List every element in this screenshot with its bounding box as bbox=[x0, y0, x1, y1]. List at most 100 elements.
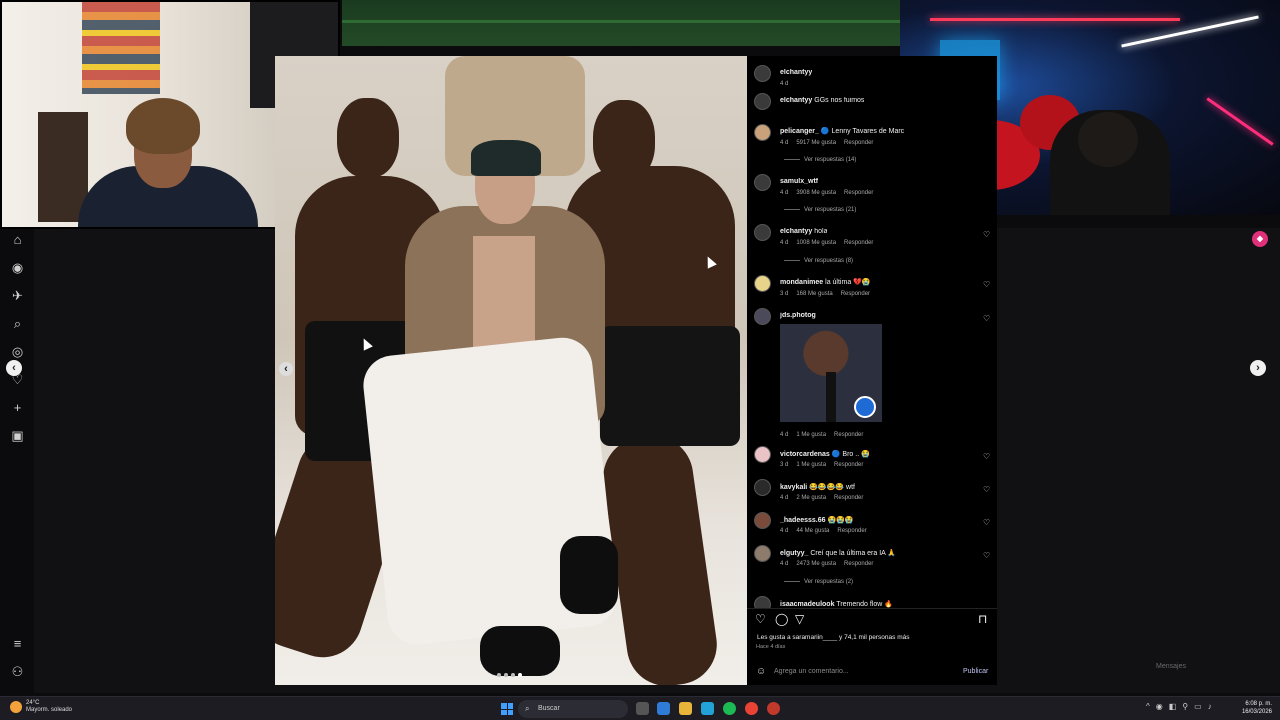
avatar[interactable] bbox=[754, 93, 771, 110]
comment-likes[interactable]: 5917 Me gusta bbox=[796, 140, 836, 146]
comment-username[interactable]: elchantyy bbox=[780, 97, 812, 104]
explore-icon[interactable]: ◎ bbox=[10, 344, 25, 359]
weather-widget[interactable]: 24°C Mayorm. soleado bbox=[10, 700, 72, 714]
comment-likes[interactable]: 3908 Me gusta bbox=[796, 190, 836, 196]
reply-button[interactable]: Responder bbox=[834, 462, 863, 468]
reply-button[interactable]: Responder bbox=[837, 528, 866, 534]
avatar[interactable] bbox=[754, 545, 771, 562]
view-replies-button[interactable]: Ver respuestas (2) bbox=[784, 579, 853, 585]
likes-summary[interactable]: Les gusta a saramariin____ y 74,1 mil pe… bbox=[757, 634, 909, 641]
comment-username[interactable]: kavykali bbox=[780, 484, 807, 491]
temperature: 24°C bbox=[26, 700, 40, 706]
comment-time: 4 d bbox=[780, 140, 789, 146]
share-icon[interactable]: ▽ bbox=[795, 612, 804, 626]
comment-text: Creí que la última era IA 🙏 bbox=[810, 550, 897, 557]
avatar[interactable] bbox=[754, 275, 771, 292]
comment-icon[interactable]: ◯ bbox=[775, 612, 788, 626]
avatar[interactable] bbox=[754, 446, 771, 463]
reply-button[interactable]: Responder bbox=[834, 432, 863, 438]
comment-like-icon[interactable]: ♡ bbox=[983, 280, 990, 289]
comment-like-icon[interactable]: ♡ bbox=[983, 485, 990, 494]
start-button[interactable] bbox=[501, 703, 513, 715]
search-icon[interactable]: ⌕ bbox=[10, 316, 25, 331]
comment-likes[interactable]: 44 Me gusta bbox=[796, 528, 829, 534]
comment-likes[interactable]: 1 Me gusta bbox=[796, 432, 826, 438]
avatar[interactable] bbox=[754, 174, 771, 191]
avatar[interactable] bbox=[754, 124, 771, 141]
emoji-icon[interactable]: ☺ bbox=[756, 666, 766, 677]
view-replies-button[interactable]: Ver respuestas (14) bbox=[784, 157, 856, 163]
comment-likes[interactable]: 168 Me gusta bbox=[796, 291, 832, 297]
threads-icon[interactable]: ⚇ bbox=[10, 664, 25, 679]
task-view-icon[interactable] bbox=[636, 702, 649, 715]
next-post-button[interactable]: › bbox=[1250, 360, 1266, 376]
taskbar-search[interactable]: ⌕ Buscar bbox=[518, 700, 628, 718]
avatar[interactable] bbox=[754, 224, 771, 241]
avatar[interactable] bbox=[754, 479, 771, 496]
comment-like-icon[interactable]: ♡ bbox=[983, 518, 990, 527]
comment-likes[interactable]: 1008 Me gusta bbox=[796, 240, 836, 246]
comment-likes[interactable]: 1 Me gusta bbox=[796, 462, 826, 468]
reply-button[interactable]: Responder bbox=[841, 291, 870, 297]
reels-icon[interactable]: ◉ bbox=[10, 260, 25, 275]
comment-username[interactable]: mondanimee bbox=[780, 279, 823, 286]
avatar[interactable] bbox=[754, 308, 771, 325]
view-replies-button[interactable]: Ver respuestas (8) bbox=[784, 258, 853, 264]
view-replies-button[interactable]: Ver respuestas (21) bbox=[784, 207, 856, 213]
publish-button[interactable]: Publicar bbox=[963, 668, 988, 675]
comment-text: GGs nos fuimos bbox=[814, 97, 865, 104]
reply-button[interactable]: Responder bbox=[844, 240, 873, 246]
post-image[interactable] bbox=[275, 56, 747, 685]
clock[interactable]: 6:08 p. m. 16/03/2026 bbox=[1212, 700, 1272, 716]
comment-photo[interactable] bbox=[780, 324, 882, 422]
comment-time: 4 d bbox=[780, 240, 789, 246]
comment-time: 4 d bbox=[780, 561, 789, 567]
heart-icon[interactable]: ♡ bbox=[755, 612, 766, 626]
carousel-prev-button[interactable]: ‹ bbox=[279, 362, 293, 376]
comment-like-icon[interactable]: ♡ bbox=[983, 452, 990, 461]
comment-text: 😭😭😭 bbox=[827, 517, 854, 524]
spotify-icon[interactable] bbox=[723, 702, 736, 715]
extension-icon[interactable]: ◆ bbox=[1252, 231, 1268, 247]
comment-username[interactable]: victorcardenas bbox=[780, 451, 830, 458]
reply-button[interactable]: Responder bbox=[834, 495, 863, 501]
comment-like-icon[interactable]: ♡ bbox=[983, 230, 990, 239]
copilot-icon[interactable] bbox=[657, 702, 670, 715]
app-icon[interactable] bbox=[701, 702, 714, 715]
app-icon[interactable] bbox=[767, 702, 780, 715]
prev-post-button[interactable]: ‹ bbox=[6, 360, 22, 376]
comment-username[interactable]: elgutyy_ bbox=[780, 550, 808, 557]
chrome-icon[interactable] bbox=[745, 702, 758, 715]
menu-icon[interactable]: ≡ bbox=[10, 636, 25, 651]
file-explorer-icon[interactable] bbox=[679, 702, 692, 715]
comment-time: 3 d bbox=[780, 291, 789, 297]
comment-like-icon[interactable]: ♡ bbox=[983, 551, 990, 560]
bookmark-icon[interactable]: ⊓ bbox=[978, 612, 987, 626]
comment-username[interactable]: pelicanger_ bbox=[780, 128, 819, 135]
comment-username[interactable]: samulx_wtf bbox=[780, 178, 818, 185]
messages-icon[interactable]: ✈ bbox=[10, 288, 25, 303]
comment-likes[interactable]: 2473 Me gusta bbox=[796, 561, 836, 567]
comment-likes[interactable]: 2 Me gusta bbox=[796, 495, 826, 501]
screen: ⌂ ◉ ✈ ⌕ ◎ ♡ + ▣ ≡ ⚇ ‹ ‹ › ◆ elchantyy 4 … bbox=[0, 0, 1280, 720]
avatar[interactable] bbox=[754, 512, 771, 529]
comment-input[interactable]: Agrega un comentario... bbox=[774, 668, 849, 675]
comment-username[interactable]: elchantyy bbox=[780, 228, 812, 235]
comment-username[interactable]: elchantyy bbox=[780, 69, 812, 76]
home-icon[interactable]: ⌂ bbox=[10, 232, 25, 247]
comment-username[interactable]: isaacmadeulook bbox=[780, 601, 834, 608]
reply-button[interactable]: Responder bbox=[844, 190, 873, 196]
comment-username[interactable]: _hadeesss.66 bbox=[780, 517, 826, 524]
comment-username[interactable]: jds.photog bbox=[780, 312, 816, 319]
reply-button[interactable]: Responder bbox=[844, 140, 873, 146]
post-time: Hace 4 días bbox=[756, 644, 786, 650]
messages-button[interactable]: Mensajes bbox=[1134, 657, 1254, 677]
comment-like-icon[interactable]: ♡ bbox=[983, 314, 990, 323]
post-actions: ♡ ◯ ▽ ⊓ Les gusta a saramariin____ y 74,… bbox=[747, 608, 997, 685]
comments-panel[interactable]: elchantyy 4 d elchantyy GGs nos fuimos p… bbox=[747, 56, 997, 685]
avatar[interactable] bbox=[754, 65, 771, 82]
reply-button[interactable]: Responder bbox=[844, 561, 873, 567]
create-icon[interactable]: + bbox=[10, 400, 25, 415]
dashboard-icon[interactable]: ▣ bbox=[10, 428, 25, 443]
system-tray[interactable]: ^◉◧⚲▭♪ bbox=[1146, 702, 1218, 711]
